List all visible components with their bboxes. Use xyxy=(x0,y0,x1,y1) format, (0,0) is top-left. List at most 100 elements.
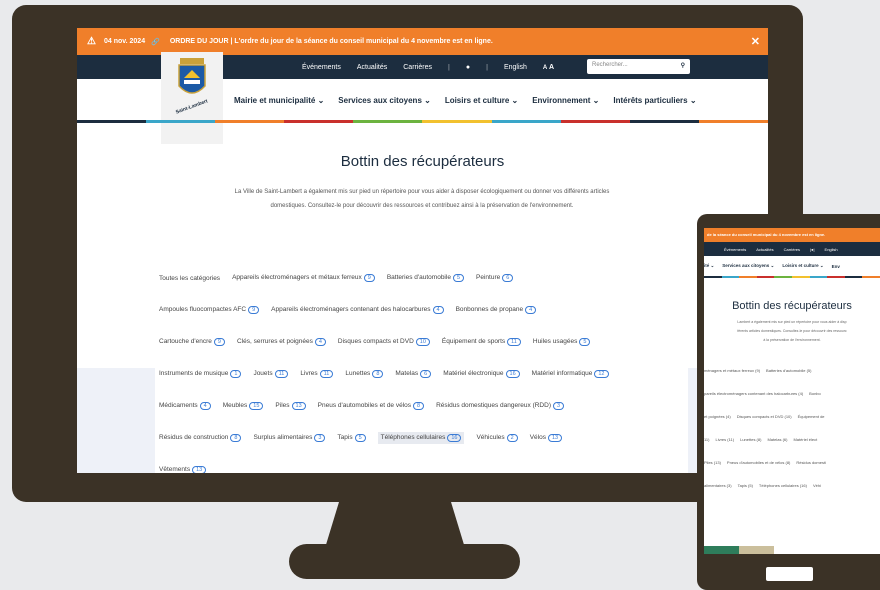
category-filter[interactable]: Huiles usagées 5 xyxy=(533,338,591,346)
color-segment xyxy=(844,276,863,278)
mobile-nav-link[interactable]: Carrières xyxy=(784,247,800,252)
mobile-category-filter[interactable]: Véhi xyxy=(813,483,821,488)
category-filter[interactable]: Matériel informatique 12 xyxy=(532,370,609,378)
mobile-nav-link[interactable]: Actualités xyxy=(756,247,773,252)
category-filter[interactable]: Instruments de musique 1 xyxy=(159,370,242,378)
category-filter[interactable]: Lunettes 8 xyxy=(345,370,384,378)
main-nav-item[interactable]: Loisirs et culture ⌄ xyxy=(445,96,518,105)
color-segment xyxy=(215,120,285,123)
link-icon[interactable]: 🔗 xyxy=(151,38,160,46)
category-count-badge: 4 xyxy=(525,306,537,314)
category-filter[interactable]: Bonbonnes de propane 4 xyxy=(456,306,537,314)
mobile-category-filter[interactable]: Piles (13) xyxy=(704,460,721,465)
category-filter[interactable]: Téléphones cellulaires 16 xyxy=(377,432,465,444)
mobile-category-filter[interactable]: Pneus d'automobiles et de vélos (8) xyxy=(727,460,790,465)
category-count-badge: 16 xyxy=(447,434,462,442)
category-filter[interactable]: Cartouche d'encre 9 xyxy=(159,338,225,346)
category-count-badge: 5 xyxy=(579,338,591,346)
mobile-category-filter[interactable]: ménagers et métaux ferreux (9) xyxy=(704,368,760,373)
nav-link-news[interactable]: Actualités xyxy=(357,64,387,71)
category-filter[interactable]: Batteries d'automobile 5 xyxy=(387,274,465,282)
category-filter[interactable]: Tapis 5 xyxy=(337,434,366,442)
mobile-category-filter[interactable]: pareils électroménagers contenant des ha… xyxy=(704,391,803,396)
category-label: Meubles xyxy=(222,402,248,409)
location-icon[interactable]: |●| xyxy=(810,247,815,252)
mobile-category-filter[interactable]: Batteries d'automobile (5) xyxy=(766,368,811,373)
category-count-badge: 2 xyxy=(506,434,518,442)
color-segment xyxy=(77,120,147,123)
mobile-category-filter[interactable]: Équipement de xyxy=(798,414,825,419)
mobile-category-filter[interactable]: Matériel élect xyxy=(793,437,817,442)
intro-line: à la préservation de l'environnement. xyxy=(763,338,821,342)
category-filter[interactable]: Véhicules 2 xyxy=(476,434,518,442)
color-segment xyxy=(827,276,845,278)
category-filter[interactable]: Équipement de sports 11 xyxy=(442,338,521,346)
category-filter[interactable]: Médicaments 4 xyxy=(159,402,211,410)
category-filter[interactable]: Clés, serrures et poignées 4 xyxy=(237,338,326,346)
mobile-main-nav-item[interactable]: Loisirs et culture ⌄ xyxy=(782,263,823,269)
category-row: Cartouche d'encre 9 Clés, serrures et poig… xyxy=(159,326,699,358)
category-filter[interactable]: Vélos 13 xyxy=(530,434,563,442)
alert-message[interactable]: ORDRE DU JOUR | L'ordre du jour de la sé… xyxy=(170,38,493,45)
nav-link-events[interactable]: Événements xyxy=(302,64,341,71)
nav-link-careers[interactable]: Carrières xyxy=(403,64,432,71)
mobile-category-filter[interactable]: Résidus domesti xyxy=(796,460,826,465)
search-input[interactable]: Rechercher... ⚲ xyxy=(587,59,690,74)
mobile-category-filter[interactable]: Tapis (5) xyxy=(738,483,753,488)
language-link[interactable]: English xyxy=(504,64,527,71)
category-filter[interactable]: Jouets 11 xyxy=(253,370,289,378)
color-segment xyxy=(353,120,423,123)
mobile-category-row: 11) Livres (11) Lunettes (8) Matelas (6) Mat… xyxy=(704,428,880,451)
mobile-category-filter[interactable]: Matelas (6) xyxy=(767,437,787,442)
mobile-top-nav: Événements Actualités Carrières |●| Engl… xyxy=(704,242,880,256)
mobile-category-filter[interactable]: Disques compacts et DVD (10) xyxy=(737,414,792,419)
main-nav-item[interactable]: Intérêts particuliers ⌄ xyxy=(613,96,696,105)
site-logo[interactable]: Saint-Lambert xyxy=(161,52,223,144)
main-nav-item[interactable]: Services aux citoyens ⌄ xyxy=(338,96,431,105)
font-size-toggle[interactable]: A A xyxy=(543,64,554,71)
mobile-category-filter[interactable]: alimentaires (3) xyxy=(704,483,732,488)
category-count-badge: 6 xyxy=(420,370,432,378)
mobile-alert-banner[interactable]: de la séance du conseil municipal du 4 n… xyxy=(704,228,880,242)
close-icon[interactable]: ✕ xyxy=(751,35,760,48)
mobile-main-nav-item[interactable]: ité ⌄ xyxy=(704,263,714,269)
mobile-category-filter[interactable]: 11) xyxy=(704,437,709,442)
mobile-nav-link[interactable]: English xyxy=(825,247,838,252)
mobile-nav-link[interactable]: Événements xyxy=(724,247,746,252)
category-filter[interactable]: Disques compacts et DVD 10 xyxy=(338,338,430,346)
search-icon[interactable]: ⚲ xyxy=(681,62,685,71)
category-filter[interactable]: Matelas 6 xyxy=(395,370,432,378)
monitor-base xyxy=(289,544,520,579)
mobile-category-filter[interactable]: Lunettes (8) xyxy=(740,437,761,442)
category-filter[interactable]: Pneus d'automobiles et de vélos 8 xyxy=(318,402,425,410)
category-filter[interactable]: Résidus de construction 8 xyxy=(159,434,242,442)
mobile-main-nav-item[interactable]: Services aux citoyens ⌄ xyxy=(722,263,774,269)
category-filter[interactable]: Résidus domestiques dangereux (RDD) 3 xyxy=(436,402,565,410)
color-segment xyxy=(774,276,792,278)
location-icon[interactable]: ● xyxy=(466,64,470,71)
category-filter[interactable]: Appareils électroménagers contenant des … xyxy=(271,306,444,314)
mobile-main-nav-item[interactable]: Env xyxy=(832,264,840,269)
category-filter[interactable]: Meubles 15 xyxy=(223,402,264,410)
category-filter[interactable]: Appareils électroménagers et métaux ferr… xyxy=(232,274,375,282)
main-nav-item[interactable]: Mairie et municipalité ⌄ xyxy=(234,96,324,105)
category-filter[interactable]: Peinture 6 xyxy=(476,274,514,282)
mobile-category-filter[interactable]: Livres (11) xyxy=(715,437,734,442)
side-panel xyxy=(77,368,155,473)
category-label: Téléphones cellulaires xyxy=(380,434,446,441)
mobile-category-row: et poignées (4) Disques compacts et DVD (… xyxy=(704,405,880,428)
category-filter[interactable]: Toutes les catégories xyxy=(159,275,220,282)
category-filter[interactable]: Surplus alimentaires 3 xyxy=(253,434,326,442)
category-filter[interactable]: Matériel électronique 16 xyxy=(443,370,520,378)
category-filter[interactable]: Livres 11 xyxy=(300,370,334,378)
category-label: Équipement de sports xyxy=(441,338,506,345)
mobile-category-filter[interactable]: Bonbo xyxy=(809,391,821,396)
category-count-badge: 15 xyxy=(249,402,264,410)
category-filter[interactable]: Piles 13 xyxy=(275,402,306,410)
mobile-category-filter[interactable]: Téléphones cellulaires (16) xyxy=(759,483,807,488)
main-nav-item[interactable]: Environnement ⌄ xyxy=(532,96,599,105)
mobile-category-row: alimentaires (3) Tapis (5) Téléphones cell… xyxy=(704,474,880,497)
category-filter[interactable]: Vêtements 13 xyxy=(159,466,207,473)
mobile-category-filter[interactable]: et poignées (4) xyxy=(704,414,731,419)
category-filter[interactable]: Ampoules fluocompactes AFC 9 xyxy=(159,306,260,314)
